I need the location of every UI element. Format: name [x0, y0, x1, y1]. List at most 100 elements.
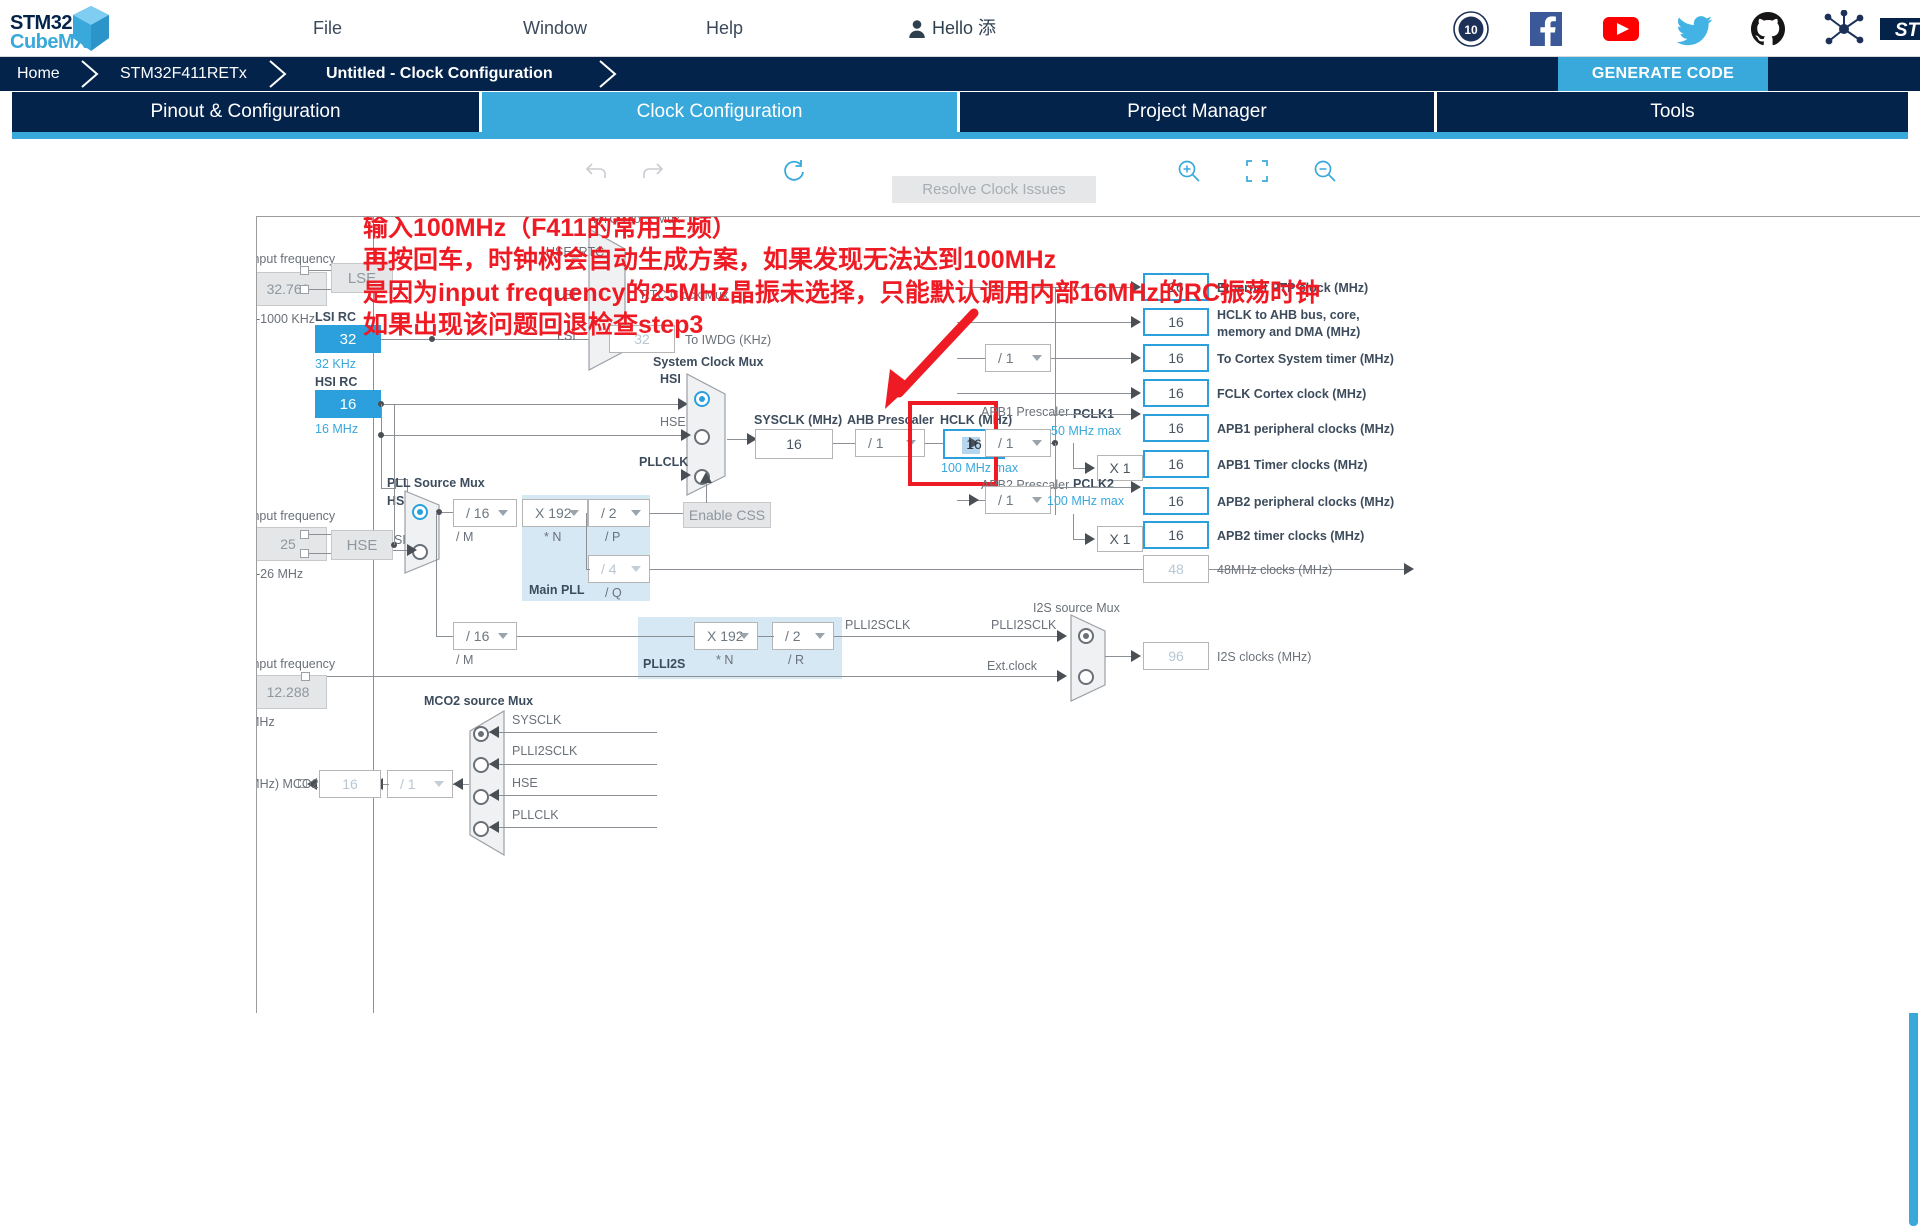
apb1-prescaler-select[interactable]: / 1 — [985, 429, 1051, 457]
annotation-line-4: 如果出现该问题回退检查step3 — [363, 311, 704, 339]
pll-q-value: / 4 — [601, 561, 617, 577]
fit-to-screen-icon[interactable] — [1238, 148, 1276, 193]
hse-input-frequency-value[interactable]: 25 — [257, 527, 327, 561]
apb1-prescaler-value: / 1 — [998, 435, 1014, 451]
breadcrumb-item-current: Untitled - Clock Configuration — [326, 65, 553, 82]
mco2-divider-select[interactable]: / 1 — [387, 770, 453, 798]
output-label-hclk-ahb-line2: memory and DMA (MHz) — [1217, 325, 1361, 339]
st-logo-icon[interactable]: ST — [1878, 10, 1920, 48]
css-arrow-icon — [700, 472, 712, 483]
output-value-48mhz[interactable]: 48 — [1143, 555, 1209, 583]
system-clock-mux-radio-hsi[interactable] — [694, 391, 710, 407]
plli2s-m-value: / 16 — [466, 628, 490, 644]
output-value-apb2-periph[interactable]: 16 — [1143, 487, 1209, 515]
mco2-divider-value: / 1 — [400, 776, 416, 792]
pll-q-divider[interactable]: / 4 — [588, 555, 650, 583]
github-icon[interactable] — [1749, 10, 1787, 48]
breadcrumb-item-home[interactable]: Home — [17, 57, 60, 91]
main-tabs: Pinout & Configuration Clock Configurati… — [0, 91, 1920, 141]
mco2-mux-radio-plli2sclk[interactable] — [473, 757, 489, 773]
output-value-apb1-timer[interactable]: 16 — [1143, 450, 1209, 478]
pll-m-value: / 16 — [466, 505, 490, 521]
reset-icon[interactable] — [775, 148, 813, 193]
i2s-clocks-value[interactable]: 96 — [1143, 642, 1209, 670]
clock-configuration-canvas[interactable]: Input frequency 32.768 0-1000 KHz LSE LS… — [256, 216, 1920, 1013]
pll-p-value: / 2 — [601, 505, 617, 521]
user-greeting[interactable]: Hello 添 — [908, 0, 996, 57]
plli2s-r-value: / 2 — [785, 628, 801, 644]
lsi-rc-frequency: 32 KHz — [315, 357, 356, 371]
hsi-rc-value: 16 — [315, 390, 381, 418]
zoom-in-icon[interactable] — [1170, 148, 1208, 193]
output-label-hclk-ahb: HCLK to AHB bus, core, — [1217, 308, 1360, 322]
pll-m-divider[interactable]: / 16 — [453, 499, 517, 527]
mco2-mux-input-sysclk: SYSCLK — [512, 713, 562, 727]
hse-block[interactable]: HSE — [331, 530, 393, 560]
menu-file[interactable]: File — [313, 0, 342, 57]
redo-icon[interactable] — [633, 148, 671, 193]
cortex-prescaler-select[interactable]: / 1 — [985, 344, 1051, 372]
generate-code-button[interactable]: GENERATE CODE — [1558, 57, 1768, 91]
pll-n-multiplier[interactable]: X 192 — [522, 499, 588, 527]
facebook-icon[interactable] — [1527, 10, 1565, 48]
i2s-source-mux[interactable] — [1069, 613, 1107, 708]
menu-window[interactable]: Window — [523, 0, 587, 57]
pll-source-mux-label: PLL Source Mux — [387, 476, 485, 490]
pll-p-divider[interactable]: / 2 — [588, 499, 650, 527]
mco2-mux-radio-pllclk[interactable] — [473, 821, 489, 837]
output-value-cortex-systimer[interactable]: 16 — [1143, 344, 1209, 372]
lse-range-label: 0-1000 KHz — [256, 312, 316, 326]
pclk2-label: PCLK2 — [1073, 477, 1114, 491]
tab-tools[interactable]: Tools — [1437, 92, 1908, 132]
pll-p-label: / P — [605, 530, 621, 544]
output-value-hclk-ahb[interactable]: 16 — [1143, 308, 1209, 336]
mco2-output-value[interactable]: 16 — [319, 770, 381, 798]
enable-css-button[interactable]: Enable CSS — [683, 502, 771, 528]
user-avatar-icon — [908, 19, 926, 39]
output-label-apb2-timer: APB2 timer clocks (MHz) — [1217, 529, 1365, 543]
tab-underline — [12, 132, 1908, 139]
app-header: STM32 CubeMX File Window Help Hello 添 10 — [0, 0, 1920, 57]
sysclk-value[interactable]: 16 — [755, 429, 833, 459]
undo-icon[interactable] — [578, 148, 616, 193]
i2s-source-mux-radio-plli2sclk[interactable] — [1078, 628, 1094, 644]
youtube-icon[interactable] — [1601, 10, 1639, 48]
twitter-icon[interactable] — [1675, 10, 1713, 48]
ahb-prescaler-value: / 1 — [868, 435, 884, 451]
mco2-mux-radio-sysclk[interactable] — [473, 726, 489, 742]
annotation-line-3: 是因为input frequency的25MHz晶振未选择，只能默认调用内部16… — [363, 279, 1320, 307]
output-label-48mhz: 48MHz clocks (MHz) — [1217, 563, 1333, 577]
zoom-out-icon[interactable] — [1306, 148, 1344, 193]
apb1-prescaler-label: APB1 Prescaler — [981, 405, 1070, 419]
output-value-apb1-periph[interactable]: 16 — [1143, 414, 1209, 442]
pclk2-max-label: 100 MHz max — [1047, 494, 1125, 508]
main-pll-title: Main PLL — [529, 583, 585, 597]
plli2s-r-divider[interactable]: / 2 — [772, 622, 834, 650]
breadcrumb-item-device[interactable]: STM32F411RETx — [120, 57, 247, 91]
system-clock-mux-input-hse: HSE — [660, 415, 686, 429]
anniversary-10-icon[interactable]: 10 — [1452, 10, 1490, 48]
hsi-rc-label: HSI RC — [315, 375, 358, 389]
system-clock-mux-input-pllclk: PLLCLK — [639, 455, 689, 469]
output-value-fclk[interactable]: 16 — [1143, 379, 1209, 407]
plli2s-m-divider[interactable]: / 16 — [453, 622, 517, 650]
plli2s-title: PLLI2S — [643, 657, 686, 671]
resolve-clock-issues-button[interactable]: Resolve Clock Issues — [892, 176, 1096, 203]
output-value-apb2-timer[interactable]: 16 — [1143, 521, 1209, 549]
pclk1-max-label: 50 MHz max — [1051, 424, 1122, 438]
user-greeting-text: Hello 添 — [932, 18, 997, 38]
apb2-prescaler-select[interactable]: / 1 — [985, 486, 1051, 514]
tab-clock-configuration[interactable]: Clock Configuration — [482, 92, 957, 132]
lsi-rc-label: LSI RC — [315, 310, 356, 324]
plli2s-n-multiplier[interactable]: X 192 — [694, 622, 758, 650]
tab-pinout-configuration[interactable]: Pinout & Configuration — [12, 92, 479, 132]
i2s-input-frequency-value[interactable]: 12.288 — [257, 675, 327, 709]
menu-help[interactable]: Help — [706, 0, 743, 57]
mco2-mux-radio-hse[interactable] — [473, 789, 489, 805]
system-clock-mux-radio-hse[interactable] — [694, 429, 710, 445]
output-label-apb2-periph: APB2 peripheral clocks (MHz) — [1217, 495, 1395, 509]
community-icon[interactable] — [1823, 9, 1864, 48]
tab-project-manager[interactable]: Project Manager — [960, 92, 1434, 132]
pll-source-mux-radio-hsi[interactable] — [412, 504, 428, 520]
i2s-source-mux-radio-extclock[interactable] — [1078, 669, 1094, 685]
